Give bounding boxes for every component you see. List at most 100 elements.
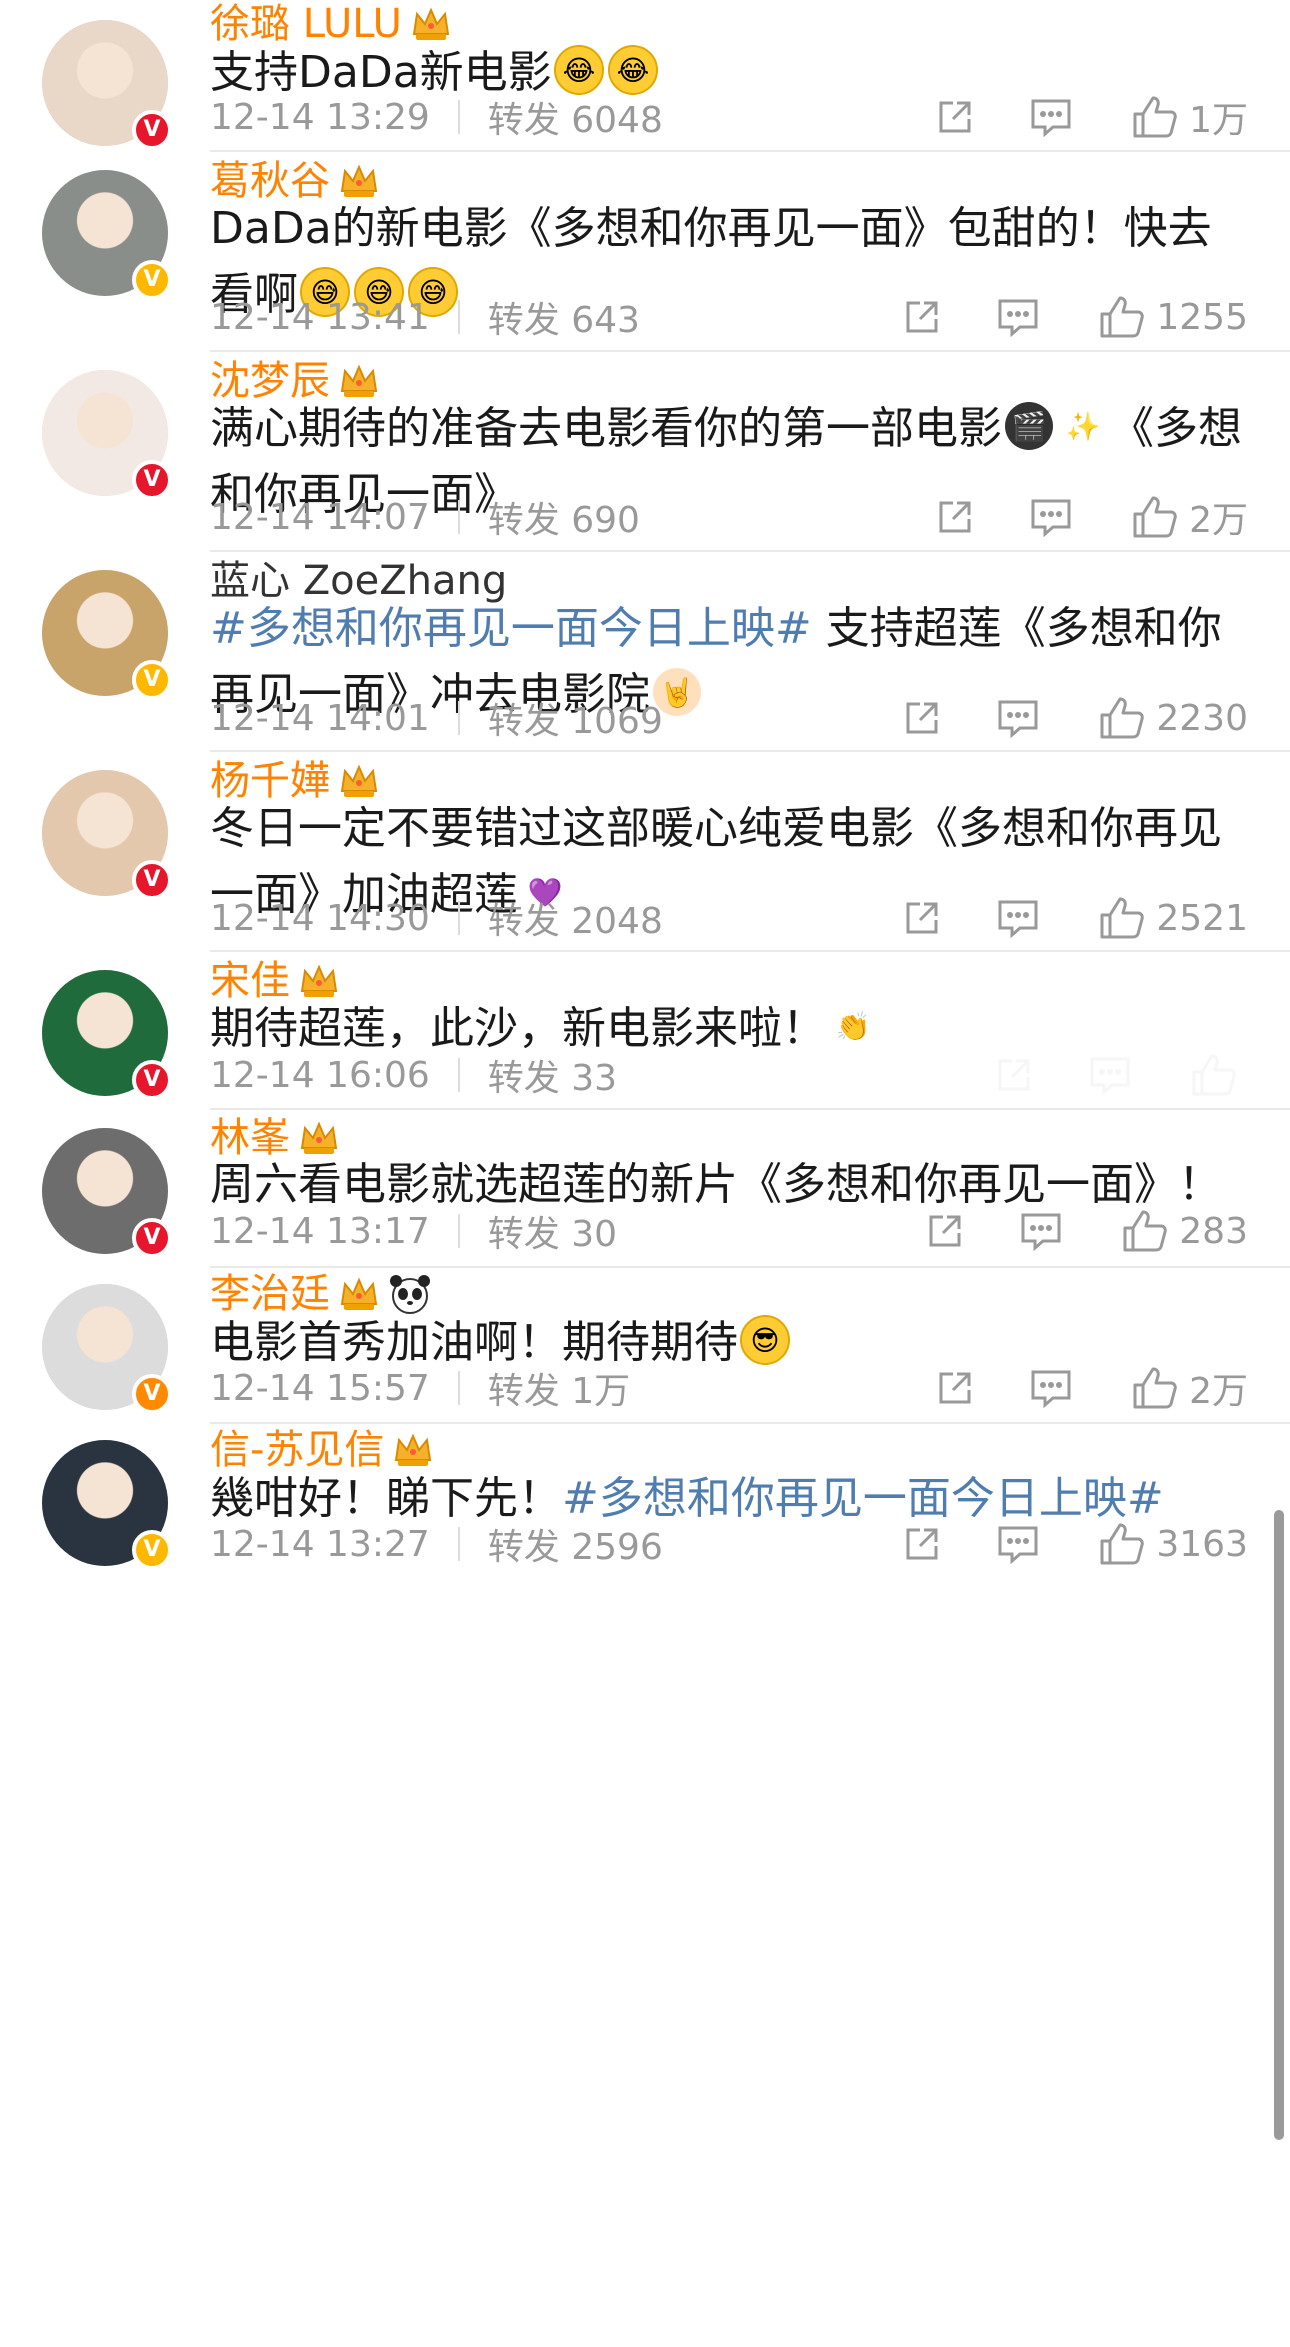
svg-text:👏: 👏: [836, 1010, 871, 1043]
comment-icon: [994, 1522, 1042, 1566]
repost-count[interactable]: 转发 33: [488, 1049, 617, 1101]
action-bar: 283: [923, 1208, 1248, 1254]
like-button[interactable]: 1255: [1098, 294, 1248, 340]
share-button[interactable]: [933, 495, 977, 539]
avatar[interactable]: V: [42, 570, 172, 700]
repost-count[interactable]: 转发 1万: [488, 1362, 630, 1414]
crown-icon: [338, 1274, 380, 1314]
share-icon: [933, 1366, 977, 1410]
sunglasses-emoji: 😎: [738, 1313, 792, 1367]
timestamp: 12-14 14:07: [210, 496, 430, 538]
comment-button[interactable]: [994, 896, 1042, 940]
divider: [457, 1214, 460, 1248]
verified-badge-icon: V: [132, 860, 172, 900]
topic-link[interactable]: #多想和你再见一面今日上映#: [210, 603, 812, 654]
divider: [457, 100, 460, 134]
timestamp: 12-14 13:17: [210, 1210, 430, 1252]
repost-count[interactable]: 转发 643: [488, 291, 640, 343]
avatar[interactable]: V: [42, 20, 172, 150]
like-button[interactable]: 2230: [1098, 695, 1248, 741]
comment-icon: [994, 896, 1042, 940]
avatar[interactable]: V: [42, 970, 172, 1100]
like-button[interactable]: 2万: [1131, 491, 1248, 543]
crown-icon: [338, 161, 380, 201]
comment-button[interactable]: [1017, 1209, 1065, 1253]
repost-count[interactable]: 转发 2048: [488, 892, 663, 944]
comment-icon: [1017, 1209, 1065, 1253]
divider: [457, 1058, 460, 1092]
comment-button[interactable]: [1027, 495, 1075, 539]
avatar[interactable]: V: [42, 370, 172, 500]
like-button[interactable]: 1万: [1131, 91, 1248, 143]
share-button[interactable]: [992, 1053, 1036, 1097]
scrollbar[interactable]: [1274, 1510, 1284, 2140]
thumbs-up-icon: [1098, 1521, 1146, 1567]
verified-badge-icon: V: [132, 110, 172, 150]
share-button[interactable]: [900, 696, 944, 740]
comment-meta: 12-14 13:29 转发 6048 1万: [210, 92, 1248, 142]
share-button[interactable]: [923, 1209, 967, 1253]
share-button[interactable]: [900, 295, 944, 339]
topic-link[interactable]: #多想和你再见一面今日上映#: [562, 1473, 1164, 1524]
avatar[interactable]: V: [42, 1284, 172, 1414]
repost-count[interactable]: 转发 6048: [488, 91, 663, 143]
divider: [457, 1371, 460, 1405]
thumbs-up-icon: [1098, 695, 1146, 741]
repost-count[interactable]: 转发 1069: [488, 692, 663, 744]
action-bar: 1255: [900, 294, 1248, 340]
comment-item: V 蓝心 ZoeZhang #多想和你再见一面今日上映# 支持超莲《多想和你再见一面…: [0, 550, 1290, 750]
comment-meta: 12-14 14:30 转发 2048 2521: [210, 893, 1248, 943]
like-count: 283: [1179, 1210, 1248, 1252]
like-count: 3163: [1156, 1523, 1248, 1565]
svg-text:😂: 😂: [616, 54, 649, 87]
action-bar: 2230: [900, 695, 1248, 741]
share-icon: [933, 495, 977, 539]
comment-text-segment: 电影首秀加油啊！期待期待: [210, 1317, 738, 1368]
like-count: 2521: [1156, 897, 1248, 939]
avatar[interactable]: V: [42, 1128, 172, 1258]
avatar[interactable]: V: [42, 170, 172, 300]
timestamp: 12-14 16:06: [210, 1054, 430, 1096]
timestamp: 12-14 13:41: [210, 296, 430, 338]
comment-button[interactable]: [1086, 1053, 1134, 1097]
share-button[interactable]: [900, 1522, 944, 1566]
comment-item: V 李治廷 电影首秀加油啊！期待期待 😎 12-14 15:57 转发 1万 2万: [0, 1266, 1290, 1422]
timestamp: 12-14 15:57: [210, 1367, 430, 1409]
divider: [457, 500, 460, 534]
thumbs-up-icon: [1098, 895, 1146, 941]
verified-badge-icon: V: [132, 460, 172, 500]
action-bar: 2万: [933, 1362, 1248, 1414]
repost-count[interactable]: 转发 30: [488, 1205, 617, 1257]
like-count: 2万: [1189, 500, 1248, 541]
like-button[interactable]: [1190, 1052, 1248, 1098]
comment-button[interactable]: [1027, 95, 1075, 139]
repost-count[interactable]: 转发 2596: [488, 1518, 663, 1570]
like-button[interactable]: 2521: [1098, 895, 1248, 941]
share-button[interactable]: [933, 1366, 977, 1410]
avatar[interactable]: V: [42, 1440, 172, 1570]
svg-text:✨: ✨: [1066, 410, 1101, 443]
comment-meta: 12-14 16:06 转发 33: [210, 1050, 1248, 1100]
like-button[interactable]: 2万: [1131, 1362, 1248, 1414]
divider: [457, 1527, 460, 1561]
comment-button[interactable]: [1027, 1366, 1075, 1410]
comment-icon: [994, 696, 1042, 740]
share-button[interactable]: [933, 95, 977, 139]
comment-item: V 宋佳 期待超莲，此沙，新电影来啦！ 👏 12-14 16:06 转发 33: [0, 950, 1290, 1108]
like-button[interactable]: 283: [1121, 1208, 1248, 1254]
comment-item: V 杨千嬅 冬日一定不要错过这部暖心纯爱电影《多想和你再见一面》加油超莲 💜 12-14…: [0, 750, 1290, 950]
comment-button[interactable]: [994, 696, 1042, 740]
repost-count[interactable]: 转发 690: [488, 491, 640, 543]
avatar[interactable]: V: [42, 770, 172, 900]
sparkles-emoji: ✨: [1056, 399, 1110, 453]
crown-icon: [410, 4, 452, 44]
comment-text-segment: 周六看电影就选超莲的新片《多想和你再见一面》！: [210, 1159, 1222, 1210]
thumbs-up-icon: [1190, 1052, 1238, 1098]
comment-icon: [994, 295, 1042, 339]
svg-text:🎬: 🎬: [1012, 410, 1047, 443]
share-button[interactable]: [900, 896, 944, 940]
comment-button[interactable]: [994, 295, 1042, 339]
comment-button[interactable]: [994, 1522, 1042, 1566]
like-button[interactable]: 3163: [1098, 1521, 1248, 1567]
clapping-hands-emoji: 👏: [826, 999, 880, 1053]
